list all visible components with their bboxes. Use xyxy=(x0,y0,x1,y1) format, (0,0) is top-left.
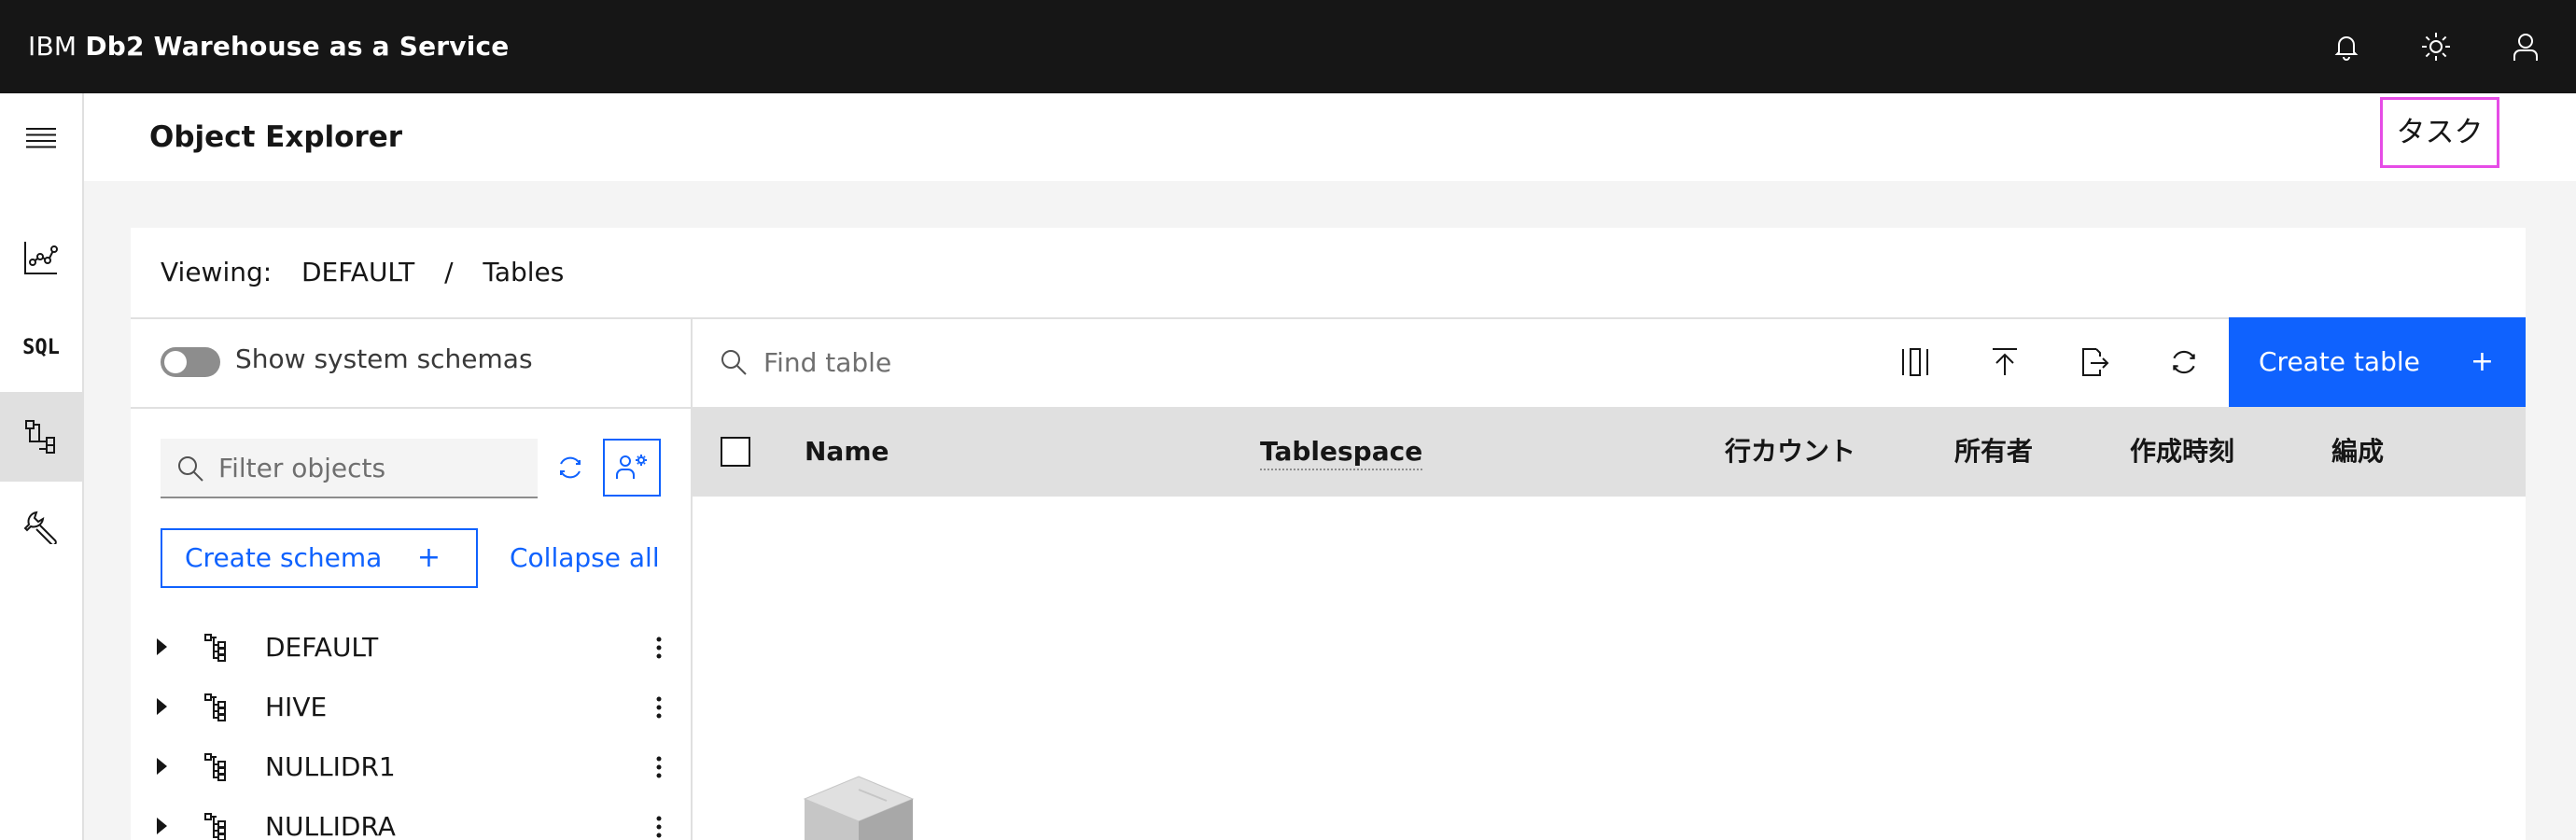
filter-objects-input[interactable] xyxy=(218,439,526,497)
filter-objects-field[interactable] xyxy=(161,439,538,498)
breadcrumb-object: Tables xyxy=(483,257,565,287)
sql-editor-nav[interactable]: SQL xyxy=(0,302,82,392)
add-icon: + xyxy=(416,541,441,574)
schema-name: NULLIDR1 xyxy=(265,751,396,782)
product-name[interactable]: IBM Db2 Warehouse as a Service xyxy=(28,0,510,93)
user-settings-icon[interactable] xyxy=(603,439,661,497)
columns-icon[interactable] xyxy=(1870,317,1960,407)
create-table-label: Create table xyxy=(2259,346,2420,377)
menu-icon[interactable] xyxy=(0,93,82,183)
panel-divider xyxy=(691,317,693,840)
schema-icon xyxy=(204,693,226,721)
schema-tree-item[interactable]: HIVE xyxy=(131,678,691,737)
overflow-menu-icon[interactable] xyxy=(644,812,674,840)
caret-right-icon[interactable] xyxy=(157,758,167,775)
breadcrumb-separator: / xyxy=(444,257,454,287)
overflow-menu-icon[interactable] xyxy=(644,752,674,782)
tablespace-label: Tablespace xyxy=(1260,436,1423,470)
select-all-checkbox[interactable] xyxy=(721,437,750,467)
show-system-schemas-toggle[interactable] xyxy=(161,347,220,377)
find-table-input[interactable] xyxy=(763,317,1267,407)
refresh-icon[interactable] xyxy=(541,439,599,497)
caret-right-icon[interactable] xyxy=(157,698,167,715)
create-table-button[interactable]: Create table + xyxy=(2229,317,2526,407)
add-icon: + xyxy=(2470,345,2494,378)
column-header-create-time[interactable]: 作成時刻 xyxy=(2130,407,2234,497)
wrench-icon[interactable] xyxy=(0,482,82,571)
column-header-owner[interactable]: 所有者 xyxy=(1954,407,2033,497)
upload-icon[interactable] xyxy=(1960,317,2050,407)
column-header-name[interactable]: Name xyxy=(805,407,889,497)
schema-icon xyxy=(204,634,226,662)
schema-name: DEFAULT xyxy=(265,632,379,663)
export-icon[interactable] xyxy=(2050,317,2139,407)
overflow-menu-icon[interactable] xyxy=(644,633,674,663)
viewing-label: Viewing: xyxy=(161,257,273,287)
toggle-label: Show system schemas xyxy=(235,343,533,374)
column-header-row-count[interactable]: 行カウント xyxy=(1725,407,1855,497)
side-rail: SQL xyxy=(0,93,84,840)
column-header-organization[interactable]: 編成 xyxy=(2331,407,2384,497)
search-icon xyxy=(178,456,203,482)
notification-icon[interactable] xyxy=(2320,21,2373,73)
schema-name: NULLIDRA xyxy=(265,811,396,840)
explorer-card: Viewing: DEFAULT / Tables Show system sc… xyxy=(131,228,2526,840)
search-icon xyxy=(721,350,747,375)
breadcrumb: Viewing: DEFAULT / Tables xyxy=(161,228,564,317)
schema-icon xyxy=(204,813,226,840)
table-header: Name Tablespace 行カウント 所有者 作成時刻 編成 xyxy=(693,407,2526,497)
top-header: IBM Db2 Warehouse as a Service xyxy=(0,0,2576,93)
schema-tree-item[interactable]: DEFAULT xyxy=(131,618,691,678)
schema-icon xyxy=(204,753,226,781)
empty-state-illustration xyxy=(803,776,915,840)
overflow-menu-icon[interactable] xyxy=(644,693,674,722)
breadcrumb-schema[interactable]: DEFAULT xyxy=(301,228,414,317)
page-title: Object Explorer xyxy=(149,120,403,154)
schema-tree-item[interactable]: NULLIDRA xyxy=(131,797,691,840)
column-header-tablespace[interactable]: Tablespace xyxy=(1260,407,1423,497)
collapse-all-link[interactable]: Collapse all xyxy=(510,528,660,588)
divider xyxy=(131,407,691,409)
theme-icon[interactable] xyxy=(2410,21,2462,73)
schema-name: HIVE xyxy=(265,692,328,722)
brand-prefix: IBM xyxy=(28,31,77,62)
sql-label: SQL xyxy=(22,335,60,359)
create-schema-button[interactable]: Create schema + xyxy=(161,528,478,588)
caret-right-icon[interactable] xyxy=(157,818,167,834)
user-icon[interactable] xyxy=(2499,21,2552,73)
brand-product: Db2 Warehouse as a Service xyxy=(85,31,510,62)
caret-right-icon[interactable] xyxy=(157,638,167,655)
schema-tree-item[interactable]: NULLIDR1 xyxy=(131,737,691,797)
refresh-icon[interactable] xyxy=(2139,317,2229,407)
create-schema-label: Create schema xyxy=(185,542,383,573)
chart-line-icon[interactable] xyxy=(0,213,82,302)
page-header: Object Explorer タスク xyxy=(84,93,2576,181)
toggle-knob xyxy=(164,351,187,373)
task-button[interactable]: タスク xyxy=(2380,97,2499,168)
data-structured-icon[interactable] xyxy=(0,392,82,482)
